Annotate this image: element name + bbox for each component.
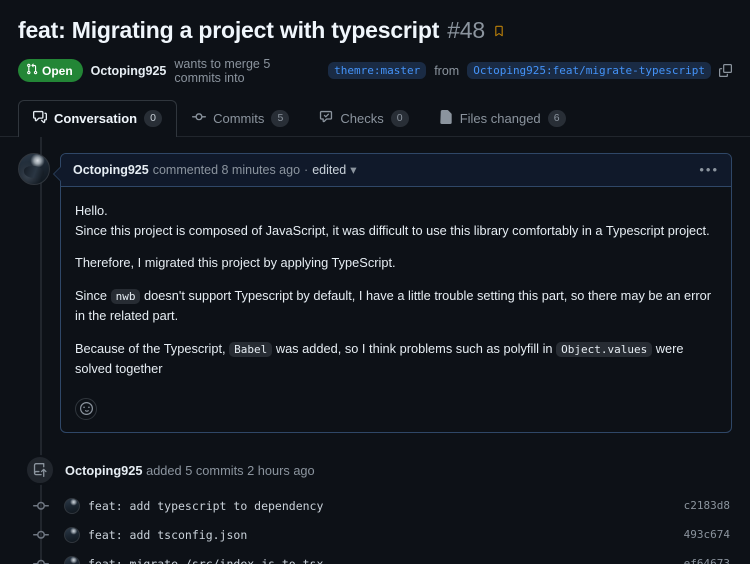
comment-paragraph-4: Because of the Typescript, Babel was add… xyxy=(75,339,717,379)
commit-sha[interactable]: ef64673 xyxy=(684,557,732,564)
table-row[interactable]: feat: migrate /src/index.js to tsx ef646… xyxy=(18,549,732,564)
comment-discussion-icon xyxy=(33,110,47,127)
tab-checks-label: Checks xyxy=(340,110,384,126)
inline-code-object-values: Object.values xyxy=(556,341,653,357)
tab-commits-count: 5 xyxy=(271,109,290,127)
repo-push-icon xyxy=(25,455,55,486)
paragraph-3-pre: Since xyxy=(75,288,108,304)
pr-subheader: Open Octoping925 wants to merge 5 commit… xyxy=(18,57,732,85)
tab-checks[interactable]: Checks 0 xyxy=(304,100,423,137)
tab-commits-label: Commits xyxy=(213,110,265,126)
commits-event-description: added 5 commits 2 hours ago xyxy=(146,462,315,478)
comment-paragraph-1: Hello. Since this project is composed of… xyxy=(75,201,717,241)
commits-event-author[interactable]: Octoping925 xyxy=(65,463,143,478)
commit-list: feat: add typescript to dependency c2183… xyxy=(18,491,732,564)
commit-sha[interactable]: c2183d8 xyxy=(684,499,732,512)
head-branch-chip[interactable]: Octoping925:feat/migrate-typescript xyxy=(467,62,711,80)
merge-description-mid: from xyxy=(434,63,460,78)
merge-description-pre: wants to merge 5 commits into xyxy=(174,56,271,85)
avatar[interactable] xyxy=(18,152,50,185)
smiley-icon[interactable] xyxy=(75,397,97,420)
comment-line-intro: Since this project is composed of JavaSc… xyxy=(75,222,710,238)
comment-edited-label[interactable]: edited xyxy=(312,163,346,177)
chevron-down-icon[interactable]: ▾ xyxy=(350,162,356,177)
tab-conversation-count: 0 xyxy=(144,109,163,127)
pr-timeline: Octoping925 commented 8 minutes ago · ed… xyxy=(0,136,750,564)
checklist-icon xyxy=(319,110,333,127)
avatar[interactable] xyxy=(64,497,80,514)
comment-line-hello: Hello. xyxy=(75,202,108,218)
avatar[interactable] xyxy=(64,555,80,564)
paragraph-4-mid: was added, so I think problems such as p… xyxy=(275,340,553,356)
comment-thread: Octoping925 commented 8 minutes ago · ed… xyxy=(18,152,732,434)
tab-commits[interactable]: Commits 5 xyxy=(177,100,304,137)
inline-code-nwb: nwb xyxy=(110,289,141,305)
pr-number: #48 xyxy=(447,17,485,43)
git-commit-dot-icon xyxy=(33,498,49,514)
status-badge: Open xyxy=(18,59,83,83)
commit-message[interactable]: feat: add tsconfig.json xyxy=(88,528,247,542)
comment-header: Octoping925 commented 8 minutes ago · ed… xyxy=(61,153,731,187)
tab-conversation-label: Conversation xyxy=(54,110,138,126)
table-row[interactable]: feat: add typescript to dependency c2183… xyxy=(18,491,732,520)
commits-event: Octoping925 added 5 commits 2 hours ago xyxy=(18,455,732,486)
table-row[interactable]: feat: add tsconfig.json 493c674 xyxy=(18,520,732,549)
status-badge-label: Open xyxy=(42,63,73,78)
commit-message[interactable]: feat: add typescript to dependency xyxy=(88,499,323,513)
inline-code-babel: Babel xyxy=(229,341,273,357)
comment-author[interactable]: Octoping925 xyxy=(73,163,149,177)
pr-tabs: Conversation 0 Commits 5 Checks 0 Files … xyxy=(0,99,750,137)
tab-conversation[interactable]: Conversation 0 xyxy=(18,99,178,137)
copy-icon[interactable] xyxy=(719,64,732,78)
kebab-horizontal-icon[interactable]: ••• xyxy=(699,162,719,177)
tab-files-changed-count: 6 xyxy=(547,109,566,127)
page-title: feat: Migrating a project with typescrip… xyxy=(18,16,732,45)
tab-files-changed[interactable]: Files changed 6 xyxy=(424,100,581,137)
git-commit-dot-icon xyxy=(33,556,49,564)
pr-header: feat: Migrating a project with typescrip… xyxy=(0,0,750,85)
tab-checks-count: 0 xyxy=(390,109,409,127)
paragraph-4-pre: Because of the Typescript, xyxy=(75,340,226,356)
pull-request-page: feat: Migrating a project with typescrip… xyxy=(0,0,750,564)
commit-sha[interactable]: 493c674 xyxy=(684,528,732,541)
comment-box: Octoping925 commented 8 minutes ago · ed… xyxy=(53,152,732,434)
comment-body: Hello. Since this project is composed of… xyxy=(61,187,731,396)
commit-message[interactable]: feat: migrate /src/index.js to tsx xyxy=(88,557,323,564)
bookmark-icon[interactable] xyxy=(493,15,505,44)
pr-title-text: feat: Migrating a project with typescrip… xyxy=(18,17,440,43)
tab-files-changed-label: Files changed xyxy=(459,110,541,126)
pr-author[interactable]: Octoping925 xyxy=(91,64,167,78)
base-branch-chip[interactable]: themre:master xyxy=(328,62,427,80)
git-commit-dot-icon xyxy=(33,527,49,543)
avatar[interactable] xyxy=(64,526,80,543)
commits-event-text: Octoping925 added 5 commits 2 hours ago xyxy=(65,463,315,478)
file-diff-icon xyxy=(439,109,453,127)
paragraph-3-post: doesn't support Typescript by default, I… xyxy=(75,288,712,324)
comment-timestamp: commented 8 minutes ago xyxy=(152,162,301,177)
git-commit-icon xyxy=(192,110,207,127)
comment-paragraph-3: Since nwb doesn't support Typescript by … xyxy=(75,286,717,326)
comment-paragraph-2: Therefore, I migrated this project by ap… xyxy=(75,255,396,271)
reactions-bar xyxy=(61,396,731,433)
git-pull-request-icon xyxy=(26,63,38,78)
comment-separator: · xyxy=(304,162,309,177)
